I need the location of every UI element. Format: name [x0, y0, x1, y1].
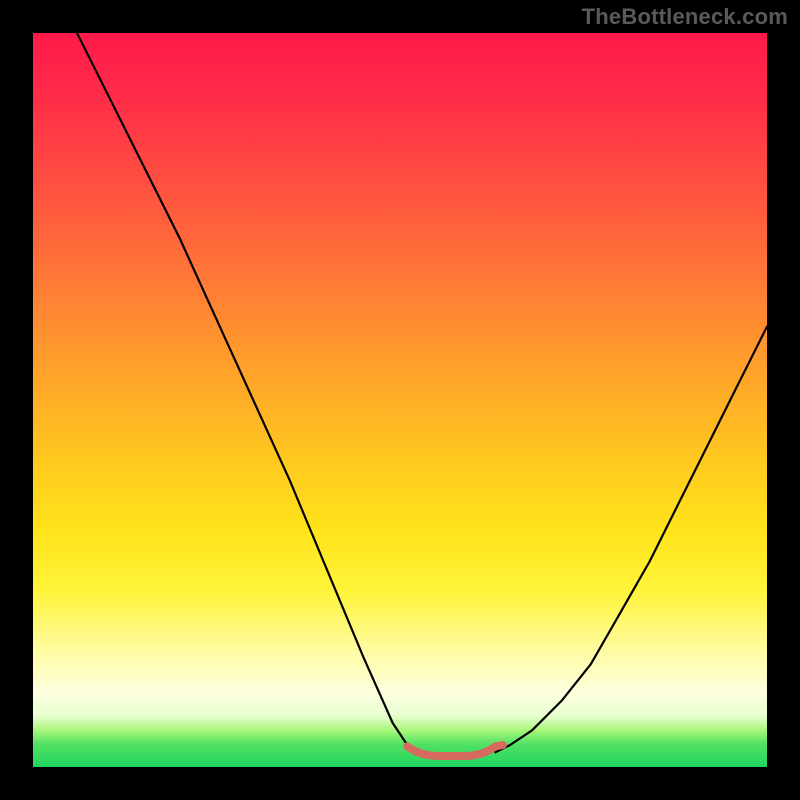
watermark-text: TheBottleneck.com: [582, 4, 788, 30]
chart-stage: TheBottleneck.com: [0, 0, 800, 800]
chart-plot-area: [33, 33, 767, 767]
